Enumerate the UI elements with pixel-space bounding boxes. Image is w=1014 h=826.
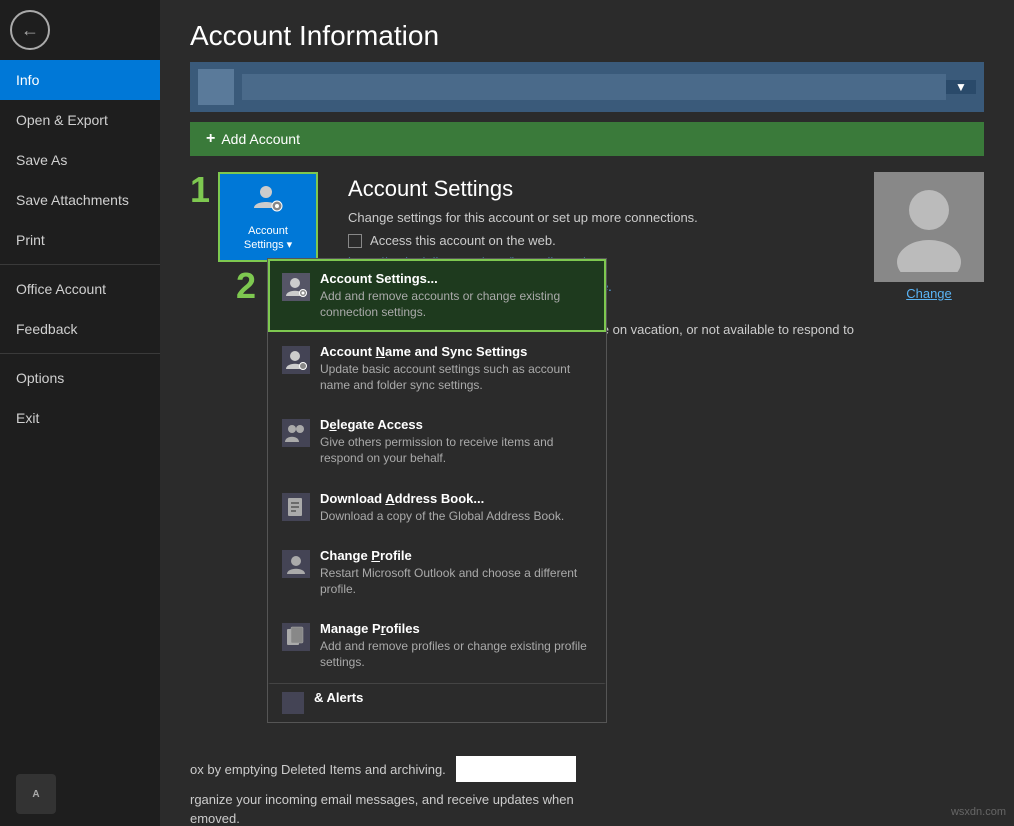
dropdown-menu: 2 Account Settings... Add and remove acc: [267, 258, 607, 723]
dropdown-item-alerts[interactable]: & Alerts: [268, 683, 606, 722]
account-settings-menu-text: Account Settings... Add and remove accou…: [320, 271, 592, 320]
dropdown-item-change-profile[interactable]: Change Profile Restart Microsoft Outlook…: [268, 536, 606, 609]
delegate-access-text: Delegate Access Give others permission t…: [320, 417, 592, 466]
sidebar-item-exit[interactable]: Exit: [0, 398, 160, 438]
lower-content: ox by emptying Deleted Items and archivi…: [160, 756, 1014, 826]
change-profile-title: Change Profile: [320, 548, 592, 563]
avatar-box: [874, 172, 984, 282]
download-address-book-title: Download Address Book...: [320, 491, 592, 506]
dropdown-item-download-address-book[interactable]: Download Address Book... Download a copy…: [268, 479, 606, 537]
dropdown-item-manage-profiles[interactable]: Manage Profiles Add and remove profiles …: [268, 609, 606, 682]
change-profile-desc: Restart Microsoft Outlook and choose a d…: [320, 566, 592, 597]
appuals-logo: A: [16, 774, 56, 814]
content-area: 1 AccountSettings ▾ Account Settings Cha…: [160, 172, 1014, 706]
sidebar-item-print[interactable]: Print: [0, 220, 160, 260]
sidebar-item-feedback[interactable]: Feedback: [0, 309, 160, 349]
sidebar-item-info[interactable]: Info: [0, 60, 160, 100]
access-checkbox[interactable]: [348, 234, 362, 248]
account-settings-label: AccountSettings ▾: [244, 225, 292, 251]
download-address-book-icon: [282, 493, 310, 521]
account-name-sync-desc: Update basic account settings such as ac…: [320, 362, 592, 393]
plus-icon: +: [206, 130, 215, 148]
change-avatar-link[interactable]: Change: [906, 286, 952, 301]
alerts-icon: [282, 692, 304, 714]
sidebar-divider-2: [0, 353, 160, 354]
delegate-access-icon: [282, 419, 310, 447]
page-title: Account Information: [160, 0, 1014, 62]
sidebar-item-open-export[interactable]: Open & Export: [0, 100, 160, 140]
avatar-area: Change: [874, 172, 984, 301]
watermark: wsxdn.com: [951, 806, 1006, 818]
account-settings-menu-icon: [282, 273, 310, 301]
account-selector-bar[interactable]: ▼: [190, 62, 984, 112]
rules-text-2: emoved.: [190, 811, 984, 826]
manage-profiles-icon: [282, 623, 310, 651]
add-account-button[interactable]: + Add Account: [190, 122, 984, 156]
rules-text-1: rganize your incoming email messages, an…: [190, 792, 984, 807]
account-name-sync-text: Account Name and Sync Settings Update ba…: [320, 344, 592, 393]
step-2-number: 2: [236, 265, 256, 307]
sidebar-item-options[interactable]: Options: [0, 358, 160, 398]
download-address-book-desc: Download a copy of the Global Address Bo…: [320, 509, 592, 525]
step-1-number: 1: [190, 172, 210, 208]
account-settings-icon: [252, 182, 284, 221]
download-address-book-text: Download Address Book... Download a copy…: [320, 491, 592, 525]
sidebar-bottom: A: [0, 762, 160, 826]
alerts-text: & Alerts: [314, 690, 592, 708]
change-profile-text: Change Profile Restart Microsoft Outlook…: [320, 548, 592, 597]
manage-profiles-desc: Add and remove profiles or change existi…: [320, 639, 592, 670]
dropdown-item-delegate-access[interactable]: Delegate Access Give others permission t…: [268, 405, 606, 478]
dropdown-item-account-name-sync[interactable]: Account Name and Sync Settings Update ba…: [268, 332, 606, 405]
change-profile-icon: [282, 550, 310, 578]
sidebar-item-save-attachments[interactable]: Save Attachments: [0, 180, 160, 220]
sidebar-item-save-as[interactable]: Save As: [0, 140, 160, 180]
access-label: Access this account on the web.: [370, 233, 556, 248]
back-button[interactable]: ←: [0, 0, 60, 60]
manage-profiles-text: Manage Profiles Add and remove profiles …: [320, 621, 592, 670]
sidebar: ← Info Open & Export Save As Save Attach…: [0, 0, 160, 826]
account-dropdown-arrow[interactable]: ▼: [946, 80, 976, 94]
main-content: Account Information ▼ + Add Account 1: [160, 0, 1014, 826]
account-settings-menu-desc: Add and remove accounts or change existi…: [320, 289, 592, 320]
account-name-sync-icon: [282, 346, 310, 374]
account-settings-button[interactable]: AccountSettings ▾: [218, 172, 318, 262]
back-arrow-icon: ←: [10, 10, 50, 50]
account-bar-text: [242, 74, 946, 100]
account-name-sync-title: Account Name and Sync Settings: [320, 344, 592, 359]
delegate-access-desc: Give others permission to receive items …: [320, 435, 592, 466]
cleanup-input[interactable]: [456, 756, 576, 782]
account-bar-inner: ▼: [190, 69, 984, 105]
account-icon: [198, 69, 234, 105]
dropdown-item-account-settings[interactable]: Account Settings... Add and remove accou…: [268, 259, 606, 332]
manage-profiles-title: Manage Profiles: [320, 621, 592, 636]
alerts-title: & Alerts: [314, 690, 592, 705]
sidebar-divider: [0, 264, 160, 265]
sidebar-item-office-account[interactable]: Office Account: [0, 269, 160, 309]
delegate-access-title: Delegate Access: [320, 417, 592, 432]
account-settings-menu-title: Account Settings...: [320, 271, 592, 286]
